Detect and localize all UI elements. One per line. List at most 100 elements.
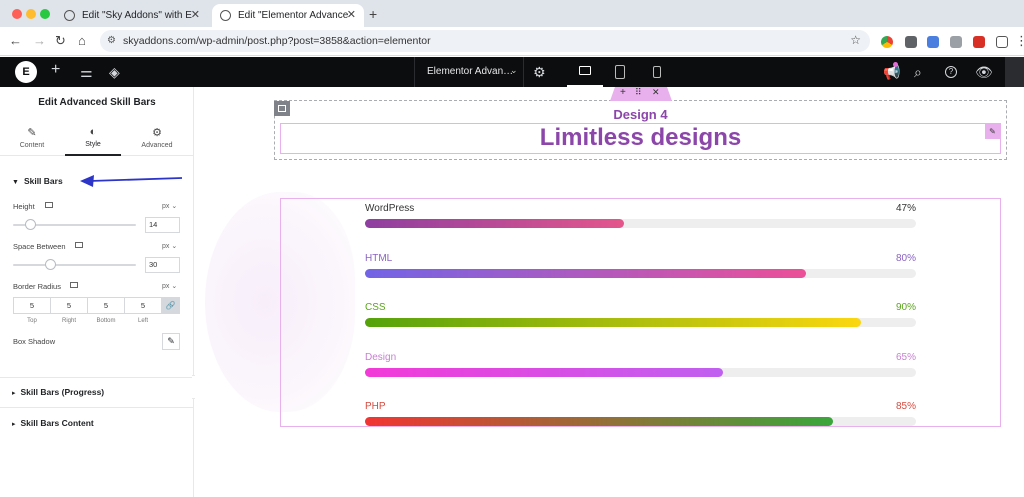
extension-shield-icon[interactable] — [905, 36, 917, 48]
extension-image-icon[interactable] — [950, 36, 962, 48]
caret-right-icon: ▸ — [12, 390, 16, 397]
site-settings-icon[interactable]: ⚙ — [107, 35, 116, 46]
border-radius-bottom-input[interactable]: 5 — [87, 297, 125, 314]
device-desktop-button[interactable] — [567, 57, 603, 87]
border-radius-left-label: Left — [137, 318, 148, 324]
pencil-icon: ✎ — [167, 336, 175, 346]
extensions-puzzle-icon[interactable] — [996, 36, 1008, 48]
extension-v-icon[interactable] — [973, 36, 985, 48]
publish-button-partial[interactable] — [1005, 57, 1024, 87]
help-icon[interactable]: ? — [945, 66, 957, 78]
home-icon[interactable]: ⌂ — [78, 33, 86, 49]
edit-widget-button[interactable]: ✎ — [985, 124, 1000, 139]
notifications-megaphone-icon[interactable]: 📢 — [883, 64, 900, 80]
close-window-button[interactable] — [12, 9, 22, 19]
page-settings-gear-icon[interactable]: ⚙ — [533, 64, 546, 80]
space-between-slider-handle[interactable] — [45, 259, 56, 270]
section-handle: + ⠿ ✕ — [610, 87, 672, 101]
drag-handle-icon[interactable]: ⠿ — [635, 87, 642, 98]
skill-track — [365, 417, 916, 426]
border-radius-bottom-label: Bottom — [96, 318, 116, 324]
browser-menu-icon[interactable]: ⋮ — [1015, 33, 1024, 49]
elementor-logo[interactable]: E — [15, 61, 37, 83]
skill-track — [365, 219, 916, 228]
box-shadow-label: Box Shadow — [13, 337, 56, 346]
skill-name: CSS — [365, 302, 386, 313]
tab-content[interactable]: ✎ Content — [4, 122, 60, 156]
skill-name: WordPress — [365, 203, 415, 214]
skill-name: HTML — [365, 252, 393, 264]
skill-percent: 85% — [895, 401, 916, 412]
page-switcher[interactable]: Elementor Advan… ⌄ — [414, 57, 524, 87]
preview-eye-icon[interactable]: 👁 — [975, 64, 993, 80]
forward-icon[interactable]: → — [33, 33, 46, 49]
zoom-window-button[interactable] — [40, 9, 50, 19]
tab-style[interactable]: ◐ Style — [65, 122, 121, 156]
delete-section-icon[interactable]: ✕ — [652, 87, 660, 98]
reload-icon[interactable]: ↻ — [55, 33, 66, 49]
back-icon[interactable]: ← — [9, 33, 22, 49]
address-bar[interactable]: ⚙ skyaddons.com/wp-admin/post.php?post=3… — [100, 30, 870, 52]
add-section-icon[interactable]: + — [620, 87, 626, 98]
add-element-icon[interactable]: + — [51, 62, 60, 78]
site-settings-sliders-icon[interactable]: ⚌ — [80, 64, 93, 80]
tab-advanced-label: Advanced — [141, 142, 173, 149]
border-radius-top-input[interactable]: 5 — [13, 297, 51, 314]
section-skill-bars-title: Skill Bars — [23, 176, 63, 186]
responsive-desktop-icon[interactable] — [70, 282, 78, 288]
responsive-desktop-icon[interactable] — [75, 242, 83, 248]
tab-title: Edit "Sky Addons" with Elementor — [82, 10, 192, 21]
responsive-desktop-icon[interactable] — [45, 202, 53, 208]
mobile-icon[interactable] — [653, 66, 661, 78]
border-radius-unit-select[interactable]: px ⌄ — [162, 282, 177, 290]
link-icon: 🔗 — [165, 301, 176, 310]
tab-content-label: Content — [19, 142, 45, 149]
structure-layers-icon[interactable]: ◈ — [109, 64, 120, 80]
search-icon[interactable]: ⌕ — [914, 64, 922, 80]
browser-tab-strip: Edit "Sky Addons" with Elementor ✕ Edit … — [0, 0, 1024, 27]
skill-name: Design — [365, 351, 397, 363]
space-between-slider[interactable] — [13, 264, 136, 266]
desktop-icon — [579, 66, 591, 75]
design-subtitle: Design 4 — [613, 107, 668, 122]
globe-icon — [220, 10, 231, 21]
section-skill-bars-header[interactable]: ▼ Skill Bars — [12, 176, 63, 186]
tablet-icon[interactable] — [615, 65, 625, 79]
tab-advanced[interactable]: ⚙ Advanced — [129, 122, 185, 156]
skill-percent: 90% — [895, 302, 916, 313]
skill-fill — [365, 268, 806, 278]
border-radius-right-input[interactable]: 5 — [50, 297, 88, 314]
box-shadow-edit-button[interactable]: ✎ — [162, 333, 180, 350]
pencil-icon: ✎ — [989, 127, 996, 136]
half-circle-icon: ◐ — [89, 126, 97, 138]
limitless-heading: Limitless designs — [539, 124, 742, 151]
browser-tab[interactable]: Edit "Sky Addons" with Elementor ✕ — [56, 4, 208, 27]
minimize-window-button[interactable] — [26, 9, 36, 19]
section-skill-bars-progress-header[interactable]: ▸ Skill Bars (Progress) — [12, 387, 104, 397]
preview-canvas: + ⠿ ✕ Design 4 Limitless designs ✎ WordP… — [195, 87, 1024, 497]
border-radius-left-input[interactable]: 5 — [124, 297, 162, 314]
skill-track — [365, 367, 916, 377]
space-between-input[interactable]: 30 — [145, 257, 180, 273]
height-slider-handle[interactable] — [25, 219, 36, 230]
extension-chrome-icon[interactable] — [881, 36, 893, 48]
gear-icon: ⚙ — [152, 127, 162, 139]
space-between-unit-select[interactable]: px ⌄ — [162, 242, 177, 250]
divider — [0, 377, 194, 378]
extension-translate-icon[interactable] — [927, 36, 939, 48]
skill-fill — [365, 417, 834, 426]
link-values-button[interactable]: 🔗 — [161, 297, 180, 314]
new-tab-button[interactable]: + — [369, 6, 377, 22]
browser-tab-active[interactable]: Edit "Elementor Advanced Skill Bars" ✕ — [212, 4, 364, 27]
section-skill-bars-content-header[interactable]: ▸ Skill Bars Content — [12, 418, 94, 428]
space-between-label: Space Between — [13, 242, 66, 251]
page-name: Elementor Advan… — [427, 66, 514, 77]
height-input[interactable]: 14 — [145, 217, 180, 233]
elementor-top-bar: E + ⚌ ◈ Elementor Advan… ⌄ ⚙ 📢 ⌕ ? 👁 — [0, 57, 1024, 87]
bookmark-star-icon[interactable]: ☆ — [850, 33, 861, 47]
height-unit-select[interactable]: px ⌄ — [162, 202, 177, 210]
chevron-down-icon: ⌄ — [510, 65, 518, 75]
close-tab-icon[interactable]: ✕ — [191, 8, 200, 21]
skill-name: PHP — [365, 401, 386, 412]
close-tab-icon[interactable]: ✕ — [347, 8, 356, 21]
